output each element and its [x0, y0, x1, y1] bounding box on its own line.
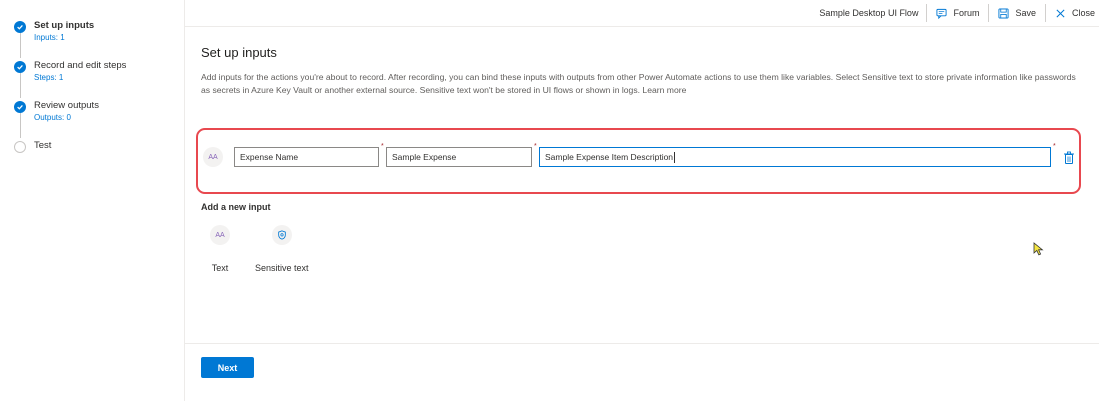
save-button[interactable]: Save [989, 0, 1045, 27]
next-button[interactable]: Next [201, 357, 254, 378]
step-title: Review outputs [34, 100, 99, 111]
flow-name: Sample Desktop UI Flow [819, 8, 919, 18]
page-title: Set up inputs [201, 45, 277, 60]
forum-label: Forum [953, 8, 980, 18]
check-icon [14, 61, 26, 73]
footer-divider [185, 343, 1099, 344]
step-count: Steps: 1 [34, 73, 64, 82]
trash-icon[interactable] [1063, 151, 1075, 165]
input-row-highlight: AA Expense Name * Sample Expense * Sampl… [196, 128, 1081, 194]
step-title: Test [34, 140, 52, 151]
forum-button[interactable]: Forum [927, 0, 988, 27]
mouse-cursor-icon [1033, 242, 1044, 256]
step-title: Record and edit steps [34, 60, 127, 71]
close-label: Close [1071, 8, 1095, 18]
check-icon [14, 101, 26, 113]
save-icon [998, 7, 1010, 19]
check-icon [14, 21, 26, 33]
input-description-field[interactable]: Sample Expense Item Description [539, 147, 1051, 167]
shield-lock-icon [271, 225, 292, 245]
required-asterisk: * [381, 143, 384, 150]
description-value: Sample Expense Item Description [545, 152, 674, 162]
add-new-input-heading: Add a new input [201, 202, 271, 212]
add-sensitive-text-input-button[interactable]: Sensitive text [255, 225, 309, 273]
close-icon [1056, 8, 1065, 18]
add-option-label: Sensitive text [255, 263, 309, 273]
step-test[interactable]: Test [14, 140, 51, 153]
input-default-value-field[interactable]: Sample Expense [386, 147, 532, 167]
step-review-outputs[interactable]: Review outputs Outputs: 0 [14, 100, 99, 123]
wizard-sidebar: Set up inputs Inputs: 1 Record and edit … [0, 0, 185, 401]
add-option-label: Text [211, 263, 229, 273]
description-text: Add inputs for the actions you're about … [201, 72, 1076, 95]
input-name-field[interactable]: Expense Name [234, 147, 379, 167]
step-title: Set up inputs [34, 20, 95, 31]
save-label: Save [1015, 8, 1036, 18]
step-count: Inputs: 1 [34, 33, 65, 42]
main-panel: Set up inputs Add inputs for the actions… [185, 27, 1099, 401]
close-button[interactable]: Close [1046, 0, 1099, 27]
required-asterisk: * [1053, 143, 1056, 150]
required-asterisk: * [534, 143, 537, 150]
step-count: Outputs: 0 [34, 113, 71, 122]
add-text-input-button[interactable]: AA Text [210, 225, 230, 273]
empty-circle-icon [14, 141, 26, 153]
chat-bubble-icon [936, 8, 947, 19]
text-type-icon: AA [210, 225, 230, 245]
step-record-and-edit[interactable]: Record and edit steps Steps: 1 [14, 60, 126, 83]
top-command-bar: Sample Desktop UI Flow Forum Save Close [185, 0, 1099, 27]
text-type-icon: AA [203, 147, 223, 167]
page-description: Add inputs for the actions you're about … [201, 71, 1081, 97]
learn-more-link[interactable]: Learn more [642, 85, 686, 95]
step-set-up-inputs[interactable]: Set up inputs Inputs: 1 [14, 20, 94, 43]
